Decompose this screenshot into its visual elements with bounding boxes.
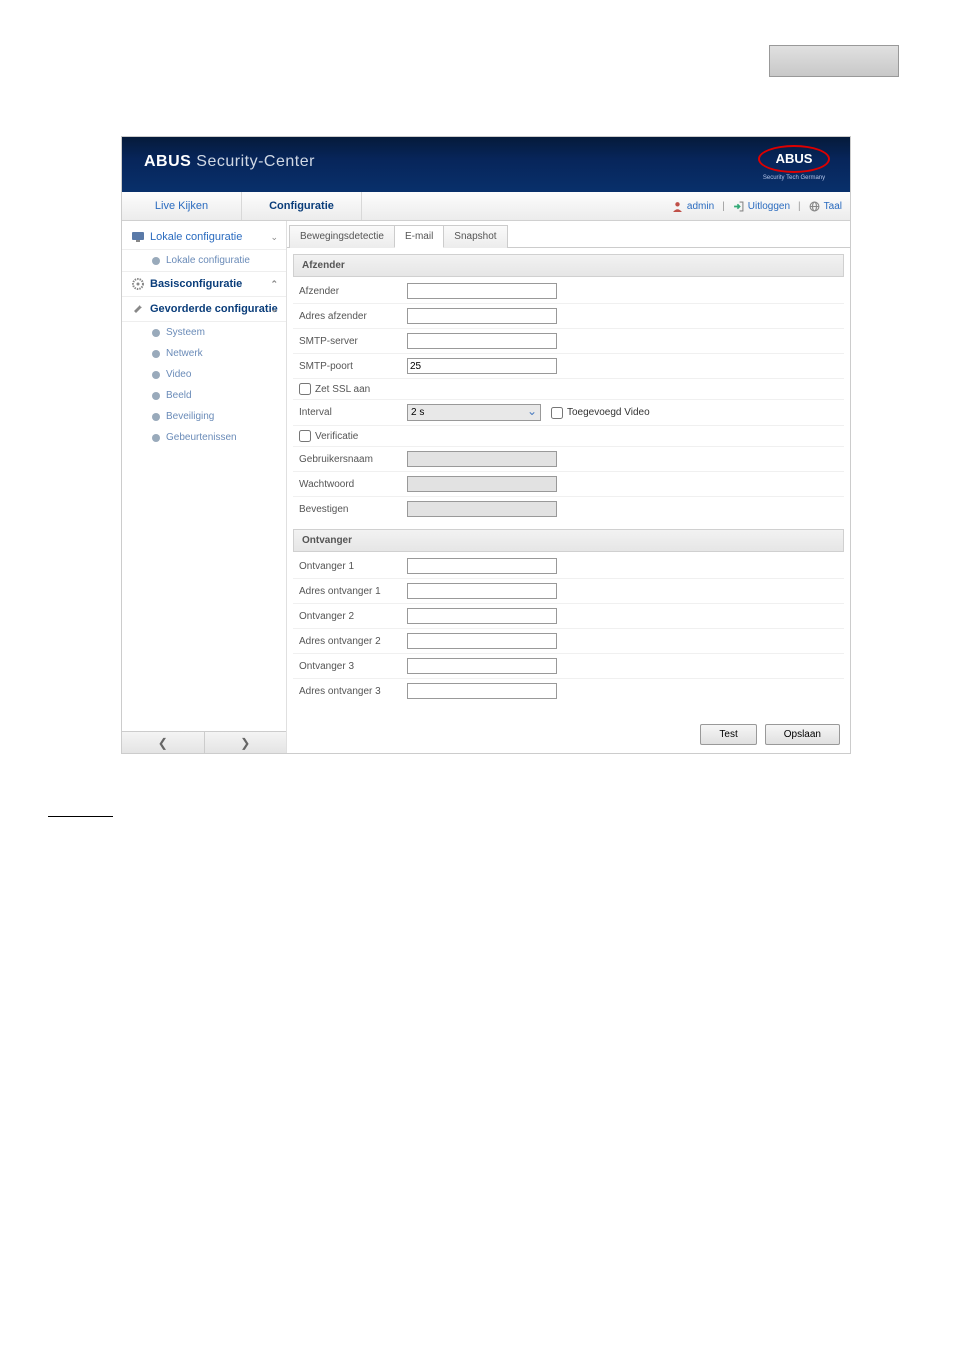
menu-live[interactable]: Live Kijken [122, 192, 242, 220]
lbl-recv2-addr: Adres ontvanger 2 [299, 636, 407, 647]
test-button[interactable]: Test [700, 724, 756, 745]
lbl-sender: Afzender [299, 286, 407, 297]
input-smtp-server[interactable] [407, 333, 557, 349]
section-sender: Afzender [293, 254, 844, 277]
chk-verify[interactable] [299, 430, 311, 442]
select-interval[interactable]: 2 s [407, 404, 541, 421]
lbl-recv1-addr: Adres ontvanger 1 [299, 586, 407, 597]
menubar: Live Kijken Configuratie admin | Uitlogg… [122, 192, 850, 221]
sidebar-item-system[interactable]: Systeem [122, 322, 286, 343]
lbl-recv1: Ontvanger 1 [299, 561, 407, 572]
tab-snapshot[interactable]: Snapshot [443, 225, 507, 248]
input-recv3[interactable] [407, 658, 557, 674]
section-receiver: Ontvanger [293, 529, 844, 552]
monitor-icon [132, 231, 144, 243]
tabs: Bewegingsdetectie E-mail Snapshot [287, 225, 850, 248]
input-smtp-port[interactable] [407, 358, 557, 374]
app-window: ABUS Security-Center ABUS Security Tech … [121, 136, 851, 754]
save-button[interactable]: Opslaan [765, 724, 840, 745]
underline [48, 816, 113, 817]
sidebar-item-image[interactable]: Beeld [122, 385, 286, 406]
input-recv2[interactable] [407, 608, 557, 624]
lbl-attached-video: Toegevoegd Video [567, 407, 650, 418]
sidebar-nav-left[interactable]: ❮ [122, 732, 205, 753]
brand-logo: ABUS Security Tech Germany [758, 145, 830, 181]
chevron-up-icon: ⌃ [270, 279, 278, 290]
lbl-sender-address: Adres afzender [299, 311, 407, 322]
input-confirm [407, 501, 557, 517]
input-username [407, 451, 557, 467]
lbl-username: Gebruikersnaam [299, 454, 407, 465]
sidebar-advanced-config[interactable]: Gevorderde configuratie ⌄ [122, 297, 286, 322]
sidebar-item-events[interactable]: Gebeurtenissen [122, 427, 286, 448]
lbl-confirm: Bevestigen [299, 504, 407, 515]
input-recv3-addr[interactable] [407, 683, 557, 699]
lbl-interval: Interval [299, 407, 407, 418]
user-name: admin [687, 201, 714, 212]
brand-title: ABUS Security-Center [144, 153, 315, 171]
lbl-password: Wachtwoord [299, 479, 407, 490]
lbl-ssl: Zet SSL aan [315, 384, 370, 395]
sidebar-local-config[interactable]: Lokale configuratie ⌄ [122, 225, 286, 250]
input-password [407, 476, 557, 492]
lbl-smtp-server: SMTP-server [299, 336, 407, 347]
user-icon [672, 201, 683, 212]
input-recv1-addr[interactable] [407, 583, 557, 599]
tab-motion[interactable]: Bewegingsdetectie [289, 225, 395, 248]
main-panel: Bewegingsdetectie E-mail Snapshot Afzend… [287, 221, 850, 753]
sidebar-footer: ❮ ❯ [122, 731, 286, 753]
chevron-down-icon: ⌄ [270, 232, 278, 243]
tab-email[interactable]: E-mail [394, 225, 444, 248]
sidebar: Lokale configuratie ⌄ Lokale configurati… [122, 221, 287, 753]
lbl-recv2: Ontvanger 2 [299, 611, 407, 622]
chk-ssl[interactable] [299, 383, 311, 395]
lbl-verify: Verificatie [315, 431, 358, 442]
lbl-recv3: Ontvanger 3 [299, 661, 407, 672]
wrench-icon [132, 303, 144, 315]
lbl-smtp-port: SMTP-poort [299, 361, 407, 372]
lbl-recv3-addr: Adres ontvanger 3 [299, 686, 407, 697]
input-sender[interactable] [407, 283, 557, 299]
sidebar-item-network[interactable]: Netwerk [122, 343, 286, 364]
top-gray-button[interactable] [769, 45, 899, 77]
globe-icon [809, 201, 820, 212]
input-recv1[interactable] [407, 558, 557, 574]
chevron-down-icon: ⌄ [270, 304, 278, 315]
sidebar-item-security[interactable]: Beveiliging [122, 406, 286, 427]
gear-icon [132, 278, 144, 290]
logout-icon [733, 201, 744, 212]
chk-attached-video[interactable] [551, 407, 563, 419]
input-recv2-addr[interactable] [407, 633, 557, 649]
sidebar-item-video[interactable]: Video [122, 364, 286, 385]
header: ABUS Security-Center ABUS Security Tech … [122, 137, 850, 192]
input-sender-address[interactable] [407, 308, 557, 324]
menu-config[interactable]: Configuratie [242, 192, 362, 220]
lang-link[interactable]: Taal [824, 201, 842, 212]
sidebar-basic-config[interactable]: Basisconfiguratie ⌃ [122, 271, 286, 297]
sidebar-nav-right[interactable]: ❯ [205, 732, 287, 753]
logout-link[interactable]: Uitloggen [748, 201, 790, 212]
sidebar-local-config-sub[interactable]: Lokale configuratie [122, 250, 286, 271]
